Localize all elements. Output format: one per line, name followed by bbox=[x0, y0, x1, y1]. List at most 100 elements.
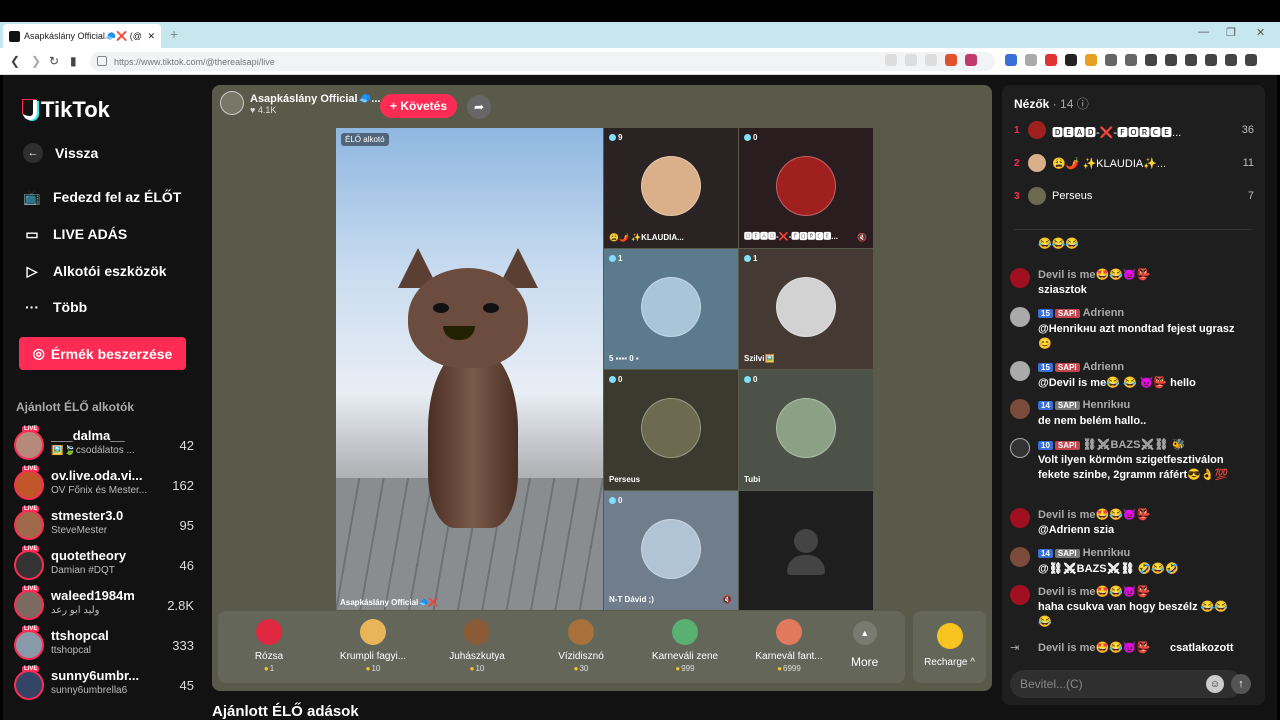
creator-name: ttshopcal bbox=[51, 628, 109, 643]
url-field[interactable]: https://www.tiktok.com/@therealsapi/live bbox=[90, 52, 995, 71]
forward-nav-icon[interactable]: ❯ bbox=[31, 54, 41, 68]
window-close-icon[interactable]: ✕ bbox=[1256, 26, 1265, 39]
avatar[interactable] bbox=[1010, 508, 1030, 528]
gift-item[interactable]: Rózsa 1 bbox=[219, 619, 319, 673]
minimize-icon[interactable]: — bbox=[1198, 26, 1209, 38]
zoom-icon[interactable] bbox=[905, 54, 917, 66]
restore-icon[interactable]: ❐ bbox=[1226, 26, 1236, 39]
extension-icon[interactable] bbox=[1105, 54, 1117, 66]
extension-icon[interactable] bbox=[1125, 54, 1137, 66]
recharge-button[interactable]: Recharge ^ bbox=[913, 611, 986, 683]
host-video[interactable]: ÉLŐ alkotó Asapkáslány Official🧢❌ bbox=[336, 128, 603, 610]
empty-guest-slot[interactable] bbox=[739, 491, 873, 610]
site-info-icon[interactable] bbox=[97, 56, 107, 66]
tiktok-logo[interactable]: TikTok bbox=[23, 97, 110, 123]
recommended-creator[interactable]: LIVE sunny6umbr... sunny6umbrella6 45 bbox=[14, 666, 194, 704]
guest-tile[interactable]: 0 🅳🅴🅰🅳-❌-🅵🅾🆁🅲🅴... 🔇 bbox=[739, 128, 873, 248]
extension-icon[interactable] bbox=[885, 54, 897, 66]
guest-tile[interactable]: 9 😩🌶️ ✨KLAUDIA... bbox=[604, 128, 738, 248]
info-icon[interactable]: ⓘ bbox=[1077, 97, 1089, 111]
gift-item[interactable]: Karnevál fant... 6999 bbox=[739, 619, 839, 673]
message-username[interactable]: Devil is me🤩😂👿👺 bbox=[1038, 585, 1150, 598]
recommended-creator[interactable]: LIVE waleed1984m وليد ابو رعد 2.8K bbox=[14, 586, 194, 624]
reload-icon[interactable]: ↻ bbox=[49, 54, 59, 68]
message-username[interactable]: Devil is me🤩😂👿👺 bbox=[1038, 268, 1150, 281]
extension-icon[interactable] bbox=[1065, 54, 1077, 66]
new-tab-icon[interactable]: + bbox=[170, 26, 178, 42]
live-badge: LIVE bbox=[22, 586, 40, 592]
guest-tile[interactable]: 1 5 ▪▪▪▪ 0 ▪ bbox=[604, 249, 738, 369]
host-name[interactable]: Asapkáslány Official🧢... bbox=[250, 92, 380, 105]
avatar[interactable] bbox=[1010, 307, 1030, 327]
extension-icon[interactable] bbox=[1045, 54, 1057, 66]
sidebar-item-more[interactable]: ··· Több bbox=[23, 298, 87, 316]
gift-item[interactable]: Krumpli fagyi... 10 bbox=[323, 619, 423, 673]
menu-icon[interactable] bbox=[1245, 54, 1257, 66]
guest-tile[interactable]: 1 Szilvi🖼️ bbox=[739, 249, 873, 369]
message-username[interactable]: Adrienn bbox=[1083, 307, 1125, 319]
wallet-icon[interactable] bbox=[1205, 54, 1217, 66]
guest-score: 0 bbox=[609, 375, 622, 384]
gift-item[interactable]: Vízidisznó 30 bbox=[531, 619, 631, 673]
message-username[interactable]: ⛓⚔BAZS⚔⛓ 🐝 bbox=[1083, 439, 1186, 451]
tab-close-icon[interactable]: ✕ bbox=[147, 31, 155, 42]
extension-icon[interactable] bbox=[1025, 54, 1037, 66]
recommended-creator[interactable]: LIVE ___dalma__ 🖼️🍃csodálatos ... 42 bbox=[14, 426, 194, 464]
rewards-icon[interactable] bbox=[965, 54, 977, 66]
top-viewer-row[interactable]: 2 😩🌶️ ✨KLAUDIA✨... 11 bbox=[1014, 152, 1254, 176]
message-username[interactable]: Devil is me🤩😂👿👺 bbox=[1038, 508, 1150, 521]
top-viewer-row[interactable]: 1 🅳🅴🅰🅳-❌-🅵🅾🆁🅲🅴... 36 bbox=[1014, 119, 1254, 143]
recharge-label: Recharge ^ bbox=[924, 657, 975, 668]
rank-number: 1 bbox=[1014, 125, 1020, 136]
cat-figure bbox=[336, 248, 603, 610]
recommended-creator[interactable]: LIVE ov.live.oda.vi... OV Főnix és Meste… bbox=[14, 466, 194, 504]
top-viewer-row[interactable]: 3 Perseus 7 bbox=[1014, 185, 1254, 209]
avatar[interactable] bbox=[1010, 361, 1030, 381]
more-gifts-button[interactable]: ▲ More bbox=[851, 621, 878, 669]
bookmark-icon[interactable]: ▮ bbox=[70, 54, 77, 68]
extensions-puzzle-icon[interactable] bbox=[1185, 54, 1197, 66]
share-icon[interactable]: ➦ bbox=[467, 95, 491, 119]
avatar[interactable] bbox=[1010, 547, 1030, 567]
extension-icon[interactable] bbox=[1085, 54, 1097, 66]
fan-club-badge: SAPI bbox=[1054, 363, 1080, 372]
sidebar-item-go-live[interactable]: ▭ LIVE ADÁS bbox=[23, 225, 127, 243]
share-page-icon[interactable] bbox=[925, 54, 937, 66]
message-username[interactable]: Henrikнu bbox=[1083, 547, 1131, 559]
media-icon[interactable] bbox=[1145, 54, 1157, 66]
browser-tab[interactable]: Asapkáslány Official🧢❌ (@ ✕ bbox=[3, 24, 161, 48]
recommended-creator[interactable]: LIVE quotetheory Damian #DQT 46 bbox=[14, 546, 194, 584]
brave-shield-icon[interactable] bbox=[945, 54, 957, 66]
avatar[interactable] bbox=[1010, 399, 1030, 419]
recommended-creator[interactable]: LIVE stmester3.0 SteveMester 95 bbox=[14, 506, 194, 544]
message-username[interactable]: Adrienn bbox=[1083, 361, 1125, 373]
back-link[interactable]: ← Vissza bbox=[23, 143, 98, 163]
sidebar-item-creator-tools[interactable]: ▷ Alkotói eszközök bbox=[23, 262, 167, 280]
translate-icon[interactable] bbox=[1005, 54, 1017, 66]
viewer-name: 🅳🅴🅰🅳-❌-🅵🅾🆁🅲🅴... bbox=[1052, 127, 1182, 139]
get-coins-button[interactable]: ◎ Érmék beszerzése bbox=[19, 337, 186, 370]
sidebar-toggle-icon[interactable] bbox=[1165, 54, 1177, 66]
message-username[interactable]: Devil is me🤩😂👿👺 bbox=[1038, 641, 1150, 654]
guest-tile[interactable]: 0 N-T Dávid ;) 🔇 bbox=[604, 491, 738, 610]
host-avatar[interactable] bbox=[220, 91, 244, 115]
guest-tile[interactable]: 0 Tubi bbox=[739, 370, 873, 490]
viewers-header[interactable]: Nézők · 14 ⓘ bbox=[1014, 95, 1089, 112]
gift-item[interactable]: Juhászkutya 10 bbox=[427, 619, 527, 673]
avatar[interactable] bbox=[1010, 268, 1030, 288]
avatar bbox=[1028, 121, 1046, 139]
avatar[interactable] bbox=[1010, 585, 1030, 605]
back-nav-icon[interactable]: ❮ bbox=[10, 54, 20, 68]
sidebar-item-explore-live[interactable]: 📺 Fedezd fel az ÉLŐT bbox=[23, 188, 181, 206]
recommended-creator[interactable]: LIVE ttshopcal ttshopcal 333 bbox=[14, 626, 194, 664]
send-icon[interactable]: ↑ bbox=[1231, 674, 1251, 694]
avatar[interactable] bbox=[1010, 438, 1030, 458]
guest-tile[interactable]: 0 Perseus bbox=[604, 370, 738, 490]
message-username[interactable]: Henrikнu bbox=[1083, 399, 1131, 411]
emoji-icon[interactable]: ☺ bbox=[1206, 675, 1224, 693]
host-header[interactable]: Asapkáslány Official🧢... ♥ 4.1K bbox=[220, 91, 380, 115]
gift-name: Karnevál fant... bbox=[755, 651, 823, 662]
follow-button[interactable]: + Követés bbox=[380, 94, 457, 118]
gift-item[interactable]: Karneváli zene 999 bbox=[635, 619, 735, 673]
vpn-icon[interactable] bbox=[1225, 54, 1237, 66]
